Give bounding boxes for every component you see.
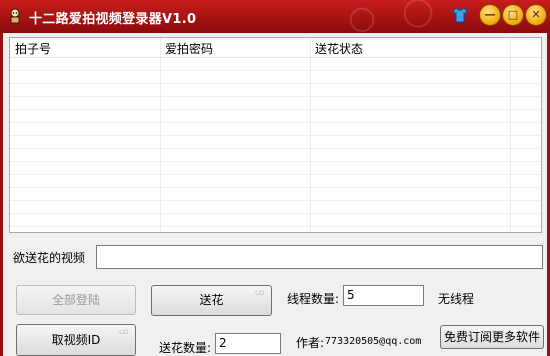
minimize-icon: — <box>484 8 496 21</box>
get-video-id-label: 取视频ID <box>51 333 101 347</box>
row-line <box>10 213 541 214</box>
maximize-icon: □ <box>507 8 519 21</box>
thread-status-text: 无线程 <box>438 292 475 306</box>
author-email: 773320505@qq.com <box>325 336 422 347</box>
row-line <box>10 174 541 175</box>
login-all-label: 全部登陆 <box>51 293 100 307</box>
table-header: 拍子号 爱拍密码 送花状态 <box>10 38 541 58</box>
thread-count-input[interactable]: 5 <box>343 285 424 306</box>
swirl-decoration-icon: ꩤ <box>119 326 129 337</box>
login-all-button[interactable]: 全部登陆 <box>16 285 136 315</box>
account-table[interactable]: 拍子号 爱拍密码 送花状态 <box>9 37 542 233</box>
row-line <box>10 109 541 110</box>
row-line <box>10 70 541 71</box>
row-line <box>10 161 541 162</box>
flower-count-label: 送花数量: <box>159 341 212 355</box>
app-icon <box>10 8 20 24</box>
row-line <box>10 187 541 188</box>
row-line <box>10 148 541 149</box>
minimize-button[interactable]: — <box>480 5 500 25</box>
subscribe-label: 免费订阅更多软件 <box>443 330 540 344</box>
app-window: 十二路爱拍视频登录器V1.0 — □ ✕ 拍子号 爱拍密码 送花状态 欲送花的视… <box>0 0 550 356</box>
thread-count-label: 线程数量: <box>287 292 340 306</box>
row-line <box>10 135 541 136</box>
maximize-button[interactable]: □ <box>503 5 523 25</box>
row-line <box>10 96 541 97</box>
row-line <box>10 83 541 84</box>
close-button[interactable]: ✕ <box>526 5 546 25</box>
title-bar[interactable]: 十二路爱拍视频登录器V1.0 — □ ✕ <box>0 0 550 33</box>
row-line <box>10 122 541 123</box>
subscribe-more-software-button[interactable]: 免费订阅更多软件 <box>440 325 544 349</box>
video-field-label: 欲送花的视频 <box>13 251 86 265</box>
skin-shirt-icon[interactable] <box>451 6 469 24</box>
window-title: 十二路爱拍视频登录器V1.0 <box>29 12 197 27</box>
author-label: 作者: <box>296 336 325 350</box>
video-url-input[interactable] <box>96 245 543 269</box>
close-icon: ✕ <box>531 8 541 21</box>
title-decoration <box>320 0 460 33</box>
flower-count-input[interactable]: 2 <box>215 333 281 354</box>
column-header-flower-status[interactable]: 送花状态 <box>315 40 363 57</box>
send-flower-label: 送花 <box>199 293 224 307</box>
column-header-account[interactable]: 拍子号 <box>15 40 51 57</box>
row-line <box>10 200 541 201</box>
swirl-decoration-icon: ꩤ <box>255 287 265 298</box>
column-header-password[interactable]: 爱拍密码 <box>165 40 213 57</box>
row-line <box>10 226 541 227</box>
get-video-id-button[interactable]: 取视频ID ꩤ <box>16 324 136 356</box>
send-flower-button[interactable]: 送花 ꩤ <box>151 285 272 316</box>
